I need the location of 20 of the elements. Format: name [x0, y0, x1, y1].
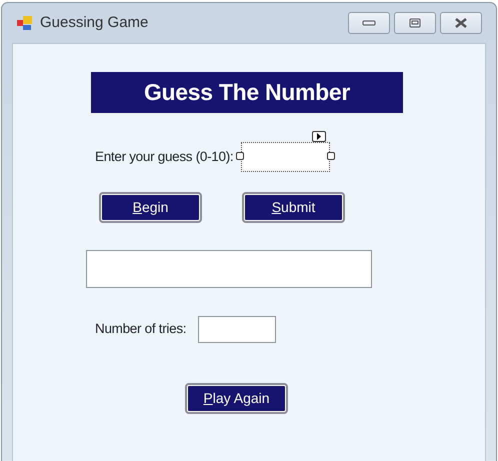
minimize-button[interactable] — [348, 12, 390, 34]
tries-field[interactable] — [198, 316, 276, 343]
begin-button[interactable]: Begin — [101, 194, 200, 221]
maximize-icon — [409, 18, 421, 28]
maximize-button[interactable] — [394, 12, 436, 34]
result-field[interactable] — [86, 250, 372, 288]
play-again-button[interactable]: Play Again — [187, 385, 286, 412]
resize-handle-icon[interactable] — [327, 152, 336, 160]
resize-handle-icon[interactable] — [236, 152, 244, 160]
guess-label: Enter your guess (0-10): — [95, 148, 234, 166]
submit-button[interactable]: Submit — [244, 194, 343, 221]
tries-label: Number of tries: — [95, 320, 186, 338]
minimize-icon — [362, 20, 376, 26]
close-button[interactable] — [440, 12, 482, 34]
app-icon — [16, 14, 34, 32]
guess-field[interactable] — [241, 142, 330, 172]
window-title: Guessing Game — [40, 12, 148, 33]
smart-tag-icon[interactable] — [312, 131, 326, 142]
heading-label: Guess The Number — [91, 72, 403, 113]
close-icon — [454, 17, 468, 29]
